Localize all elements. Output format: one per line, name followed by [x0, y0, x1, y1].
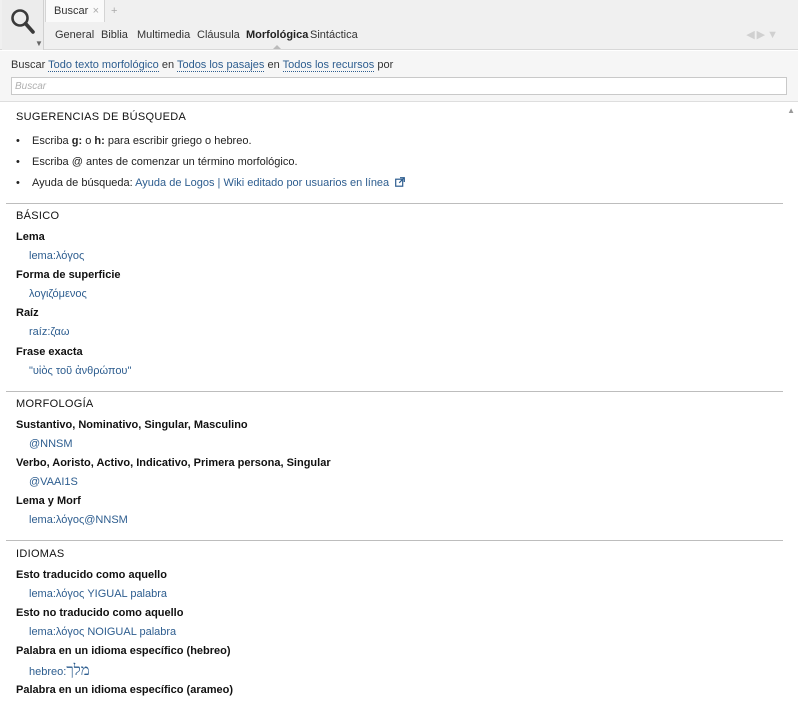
tab-label: Buscar — [54, 5, 89, 17]
tip-greek-hebrew: • Escriba g: o h: para escribir griego o … — [16, 135, 252, 147]
idiomas-label-arameo: Palabra en un idioma específico (arameo) — [16, 684, 234, 696]
tip-text: Ayuda de búsqueda: — [32, 177, 136, 189]
tip-text: Escriba @ antes de comenzar un término m… — [32, 156, 298, 168]
external-link-icon[interactable] — [395, 177, 406, 187]
divider — [6, 391, 783, 392]
search-panel: Buscar Todo texto morfológico en Todos l… — [0, 51, 798, 102]
tips-title: SUGERENCIAS DE BÚSQUEDA — [16, 111, 187, 123]
passages-dropdown[interactable]: Todos los pasajes — [176, 59, 265, 72]
history-nav-arrows[interactable]: ◀▶▼ — [746, 28, 780, 41]
basico-label-raiz: Raíz — [16, 307, 39, 319]
idiomas-example-hebreo[interactable]: hebreo:מלך — [29, 661, 90, 680]
idiomas-example-traducido[interactable]: lema:λόγος YIGUAL palabra — [29, 588, 167, 600]
search-scope-line: Buscar Todo texto morfológico en Todos l… — [11, 59, 394, 72]
plus-icon[interactable]: + — [111, 0, 117, 22]
logos-help-link[interactable]: Ayuda de Logos — [135, 177, 214, 189]
resources-dropdown[interactable]: Todos los recursos — [282, 59, 375, 72]
chevron-down-icon: ▼ — [35, 39, 43, 48]
tip-text: Escriba — [32, 135, 72, 147]
idiomas-label-no-traducido: Esto no traducido como aquello — [16, 607, 184, 619]
tip-text: para escribir griego o hebreo. — [104, 135, 252, 147]
in-label: en — [267, 59, 280, 71]
divider — [6, 540, 783, 541]
tip-text: o — [82, 135, 95, 147]
idiomas-title: IDIOMAS — [16, 548, 65, 560]
basico-title: BÁSICO — [16, 210, 60, 222]
basico-label-forma: Forma de superficie — [16, 269, 121, 281]
scroll-up-icon[interactable]: ▲ — [787, 106, 795, 115]
search-prefix: Buscar — [11, 59, 46, 71]
morfologia-example-sustantivo[interactable]: @NNSM — [29, 438, 73, 450]
tip-code-h: h: — [94, 135, 105, 147]
search-suffix: por — [377, 59, 394, 71]
wiki-link[interactable]: Wiki editado por usuarios en línea — [223, 177, 389, 189]
basico-example-frase[interactable]: "υἱὸς τοῦ ἀνθρώπου" — [29, 365, 131, 377]
subtab-clausula[interactable]: Cláusula — [197, 24, 240, 48]
tip-code-g: g: — [71, 135, 83, 147]
search-icon — [11, 9, 35, 34]
idiomas-example-no-traducido[interactable]: lema:λόγος NOIGUAL palabra — [29, 626, 176, 638]
morfologia-label-lema-morf: Lema y Morf — [16, 495, 81, 507]
morfologia-example-lema-morf[interactable]: lema:λόγος@NNSM — [29, 514, 128, 526]
subtab-sintactica[interactable]: Sintáctica — [310, 24, 358, 48]
subtab-morfologica[interactable]: Morfológica — [246, 24, 309, 49]
morfologia-title: MORFOLOGÍA — [16, 398, 94, 410]
basico-example-forma[interactable]: λογιζόμενος — [29, 288, 87, 300]
text-scope-dropdown[interactable]: Todo texto morfológico — [48, 59, 159, 72]
active-tab-indicator — [273, 45, 282, 49]
subtab-biblia[interactable]: Biblia — [101, 24, 128, 48]
divider — [6, 203, 783, 204]
tip-help: • Ayuda de búsqueda: Ayuda de Logos | Wik… — [16, 177, 406, 189]
tip-morph: • Escriba @ antes de comenzar un término … — [16, 156, 298, 168]
morfologia-example-verbo[interactable]: @VAAI1S — [29, 476, 78, 488]
basico-example-raiz[interactable]: raíz:ζαω — [29, 326, 69, 338]
morfologia-label-sustantivo: Sustantivo, Nominativo, Singular, Mascul… — [16, 419, 248, 431]
idiomas-label-hebreo: Palabra en un idioma específico (hebreo) — [16, 645, 231, 657]
search-input[interactable] — [11, 77, 787, 95]
basico-label-lema: Lema — [16, 231, 45, 243]
example-prefix: hebreo: — [29, 666, 67, 678]
in-label: en — [161, 59, 175, 71]
search-help-content: ▲ SUGERENCIAS DE BÚSQUEDA • Escriba g: o … — [0, 103, 798, 703]
hebrew-word: מלך — [66, 661, 90, 679]
subtab-multimedia[interactable]: Multimedia — [137, 24, 190, 48]
subtab-morfologica-label: Morfológica — [246, 29, 309, 41]
idiomas-label-traducido: Esto traducido como aquello — [16, 569, 167, 581]
tab-buscar[interactable]: Buscar × — [45, 0, 105, 22]
basico-example-lema[interactable]: lema:λόγος — [29, 250, 84, 262]
morfologia-label-verbo: Verbo, Aoristo, Activo, Indicativo, Prim… — [16, 457, 331, 469]
search-menu-button[interactable]: ▼ — [2, 0, 44, 50]
close-icon[interactable]: × — [93, 0, 99, 22]
title-toolbar: ▼ Buscar × + General Biblia Multimedia C… — [0, 0, 798, 50]
subtab-general[interactable]: General — [55, 24, 94, 48]
basico-label-frase: Frase exacta — [16, 346, 83, 358]
